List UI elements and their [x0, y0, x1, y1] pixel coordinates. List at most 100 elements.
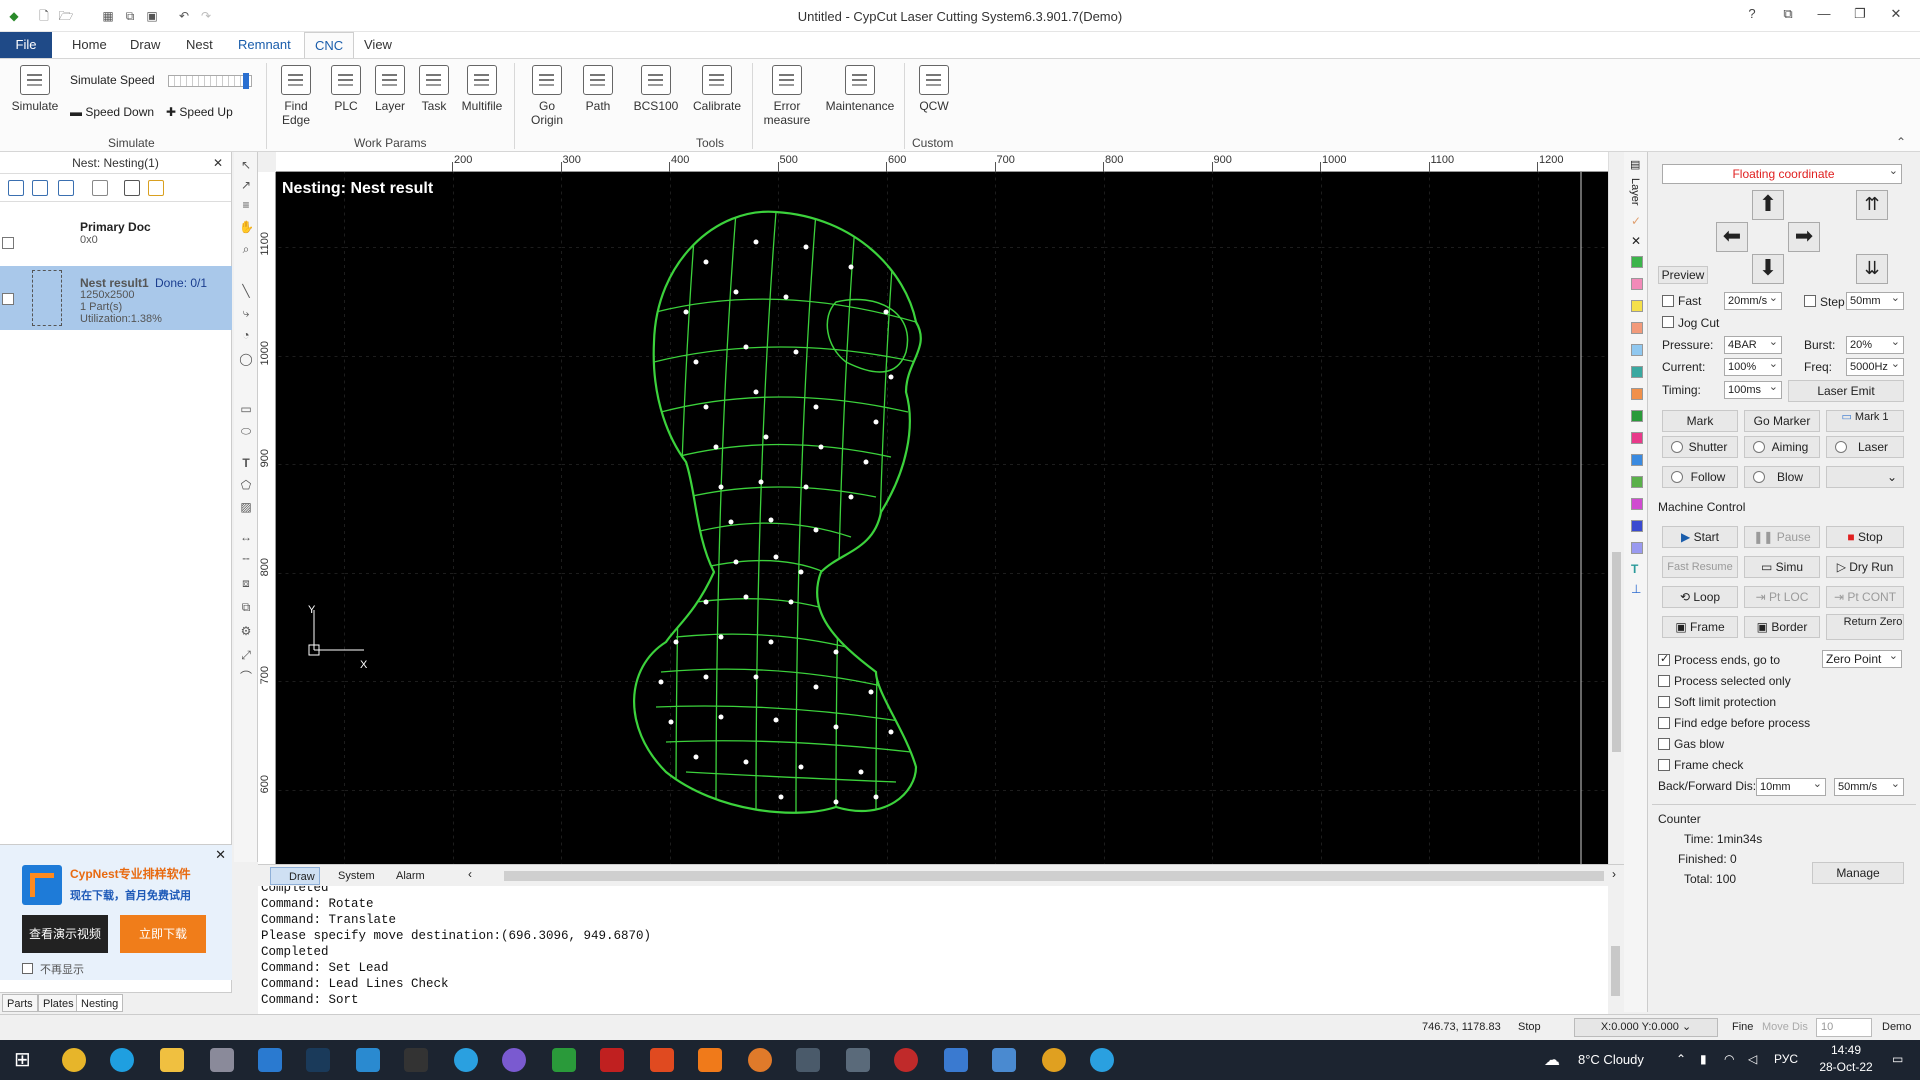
current-select[interactable]: 100% [1724, 356, 1782, 376]
mark-layer-icon[interactable]: ⊥ [1631, 582, 1641, 596]
loop-button[interactable]: ⟲ Loop [1662, 586, 1738, 608]
help-icon[interactable]: ? [1738, 6, 1766, 26]
dry-run-button[interactable]: ▷ Dry Run [1826, 556, 1904, 578]
log-scrollbar[interactable] [1608, 886, 1624, 1014]
app-icon[interactable] [992, 1048, 1016, 1072]
watch-demo-button[interactable]: 查看演示视频 [22, 915, 108, 953]
wifi-icon[interactable]: ◠ [1724, 1052, 1734, 1066]
layer-swatch[interactable] [1631, 322, 1643, 334]
go-origin-button[interactable]: Go Origin [522, 65, 572, 127]
rectangle-tool-icon[interactable]: ▭ [239, 402, 253, 416]
tab-draw[interactable]: Draw [120, 32, 170, 58]
tab-alarm[interactable]: Alarm [378, 867, 429, 885]
layer-swatch[interactable] [1631, 476, 1643, 488]
shutter-button[interactable]: Shutter [1662, 436, 1738, 458]
check-icon[interactable]: ✓ [1631, 214, 1641, 228]
steam-icon[interactable] [306, 1048, 330, 1072]
app-icon[interactable] [894, 1048, 918, 1072]
break-icon[interactable]: ╌ [239, 552, 253, 566]
frame-button[interactable]: ▣ Frame [1662, 616, 1738, 638]
tab-system[interactable]: System [320, 867, 379, 885]
tab-parts[interactable]: Parts [2, 994, 38, 1012]
start-button[interactable]: ▶ Start [1662, 526, 1738, 548]
tab-view[interactable]: View [354, 32, 402, 58]
layer-swatch[interactable] [1631, 278, 1643, 290]
download-button[interactable]: 立即下载 [120, 915, 206, 953]
process-ends-checkbox[interactable] [1658, 652, 1670, 666]
array-icon[interactable]: ⧈ [239, 576, 253, 590]
edge-icon[interactable] [110, 1048, 134, 1072]
app-icon[interactable] [356, 1048, 380, 1072]
polygon-tool-icon[interactable]: ⬠ [239, 478, 253, 492]
calculator-icon[interactable] [258, 1048, 282, 1072]
task-button[interactable]: Task [414, 65, 454, 113]
nest-result-checkbox[interactable] [2, 293, 14, 305]
lead-icon[interactable]: ⤢ [239, 648, 253, 662]
arc-tool-icon[interactable]: ◔ [239, 328, 253, 342]
usb-icon[interactable]: ▮ [1700, 1052, 1707, 1066]
z-up-button[interactable]: ⇈ [1856, 190, 1888, 220]
find-edge-checkbox[interactable] [1658, 717, 1670, 729]
fine-toggle[interactable]: Fine [1732, 1021, 1753, 1033]
jog-cut-checkbox[interactable] [1662, 316, 1674, 328]
tray-chevron-icon[interactable]: ⌃ [1676, 1052, 1686, 1066]
app-icon[interactable] [698, 1048, 722, 1072]
return-zero-button[interactable]: Return Zero [1826, 614, 1904, 640]
layer-swatch[interactable] [1631, 410, 1643, 422]
app-icon[interactable] [210, 1048, 234, 1072]
step-checkbox[interactable] [1804, 295, 1816, 307]
view-list-icon[interactable] [8, 180, 24, 196]
layer-swatch[interactable] [1631, 344, 1643, 356]
group-icon[interactable]: ⧉ [239, 600, 253, 614]
cypcut-icon[interactable] [552, 1048, 576, 1072]
app-icon[interactable] [944, 1048, 968, 1072]
fast-speed-select[interactable]: 20mm/s [1724, 290, 1782, 310]
laser-button[interactable]: Laser [1826, 436, 1904, 458]
laser-emit-button[interactable]: Laser Emit [1788, 380, 1904, 402]
timing-select[interactable]: 100ms [1724, 379, 1782, 399]
error-measure-button[interactable]: Error measure [758, 65, 816, 127]
line-tool-icon[interactable]: ╲ [239, 284, 253, 298]
tab-nest[interactable]: Nest [176, 32, 223, 58]
view-tree-icon[interactable] [58, 180, 74, 196]
telegram-icon[interactable] [454, 1048, 478, 1072]
qcw-button[interactable]: QCW [912, 65, 956, 113]
fast-resume-button[interactable]: Fast Resume [1662, 556, 1738, 578]
tab-cnc[interactable]: CNC [304, 32, 355, 58]
nest-result-item[interactable]: Nest result1 Done: 0/1 1250x2500 1 Part(… [0, 266, 232, 330]
telegram-icon[interactable] [1090, 1048, 1114, 1072]
sort-icon[interactable]: ≡ [239, 198, 253, 212]
remove-layer-icon[interactable]: ✕ [1631, 234, 1641, 248]
restore-layout-icon[interactable]: ⧉ [1774, 6, 1802, 26]
mark-button[interactable]: Mark [1662, 410, 1738, 432]
blender-icon[interactable] [748, 1048, 772, 1072]
move-distance-input[interactable]: 10 [1816, 1018, 1872, 1037]
image-tool-icon[interactable]: ▨ [239, 500, 253, 514]
layer-swatch[interactable] [1631, 542, 1643, 554]
curve-icon[interactable]: ⌒ [239, 670, 253, 684]
notifications-icon[interactable]: ▭ [1892, 1052, 1903, 1066]
horizontal-scrollbar[interactable] [504, 871, 1604, 881]
measure-icon[interactable]: ↔ [239, 530, 253, 544]
fast-checkbox[interactable] [1662, 295, 1674, 307]
view-grid-icon[interactable] [32, 180, 48, 196]
soft-limit-checkbox[interactable] [1658, 696, 1670, 708]
canvas-vertical-scrollbar[interactable] [1608, 152, 1624, 864]
back-forward-speed-select[interactable]: 50mm/s [1834, 776, 1904, 796]
coordinate-mode-select[interactable]: Floating coordinate [1662, 162, 1902, 184]
jog-left-button[interactable]: ⬅ [1716, 222, 1748, 252]
blow-button[interactable]: Blow [1744, 466, 1820, 488]
back-forward-distance-select[interactable]: 10mm [1756, 776, 1826, 796]
tab-file[interactable]: File [0, 32, 52, 58]
primary-doc-item[interactable]: Primary Doc 0x0 [0, 210, 232, 274]
go-marker-button[interactable]: Go Marker [1744, 410, 1820, 432]
stop-button[interactable]: ■ Stop [1826, 526, 1904, 548]
collapse-ribbon-icon[interactable]: ⌃ [1896, 135, 1906, 149]
node-edit-icon[interactable]: ↗ [239, 178, 253, 192]
layer-swatch[interactable] [1631, 366, 1643, 378]
jog-up-button[interactable]: ⬆ [1752, 190, 1784, 220]
drawing-canvas[interactable]: Y X Nesting: Nest result [276, 172, 1608, 864]
process-ends-select[interactable]: Zero Point [1822, 648, 1902, 668]
layer-swatch[interactable] [1631, 454, 1643, 466]
language-indicator[interactable]: РУС [1774, 1052, 1798, 1066]
